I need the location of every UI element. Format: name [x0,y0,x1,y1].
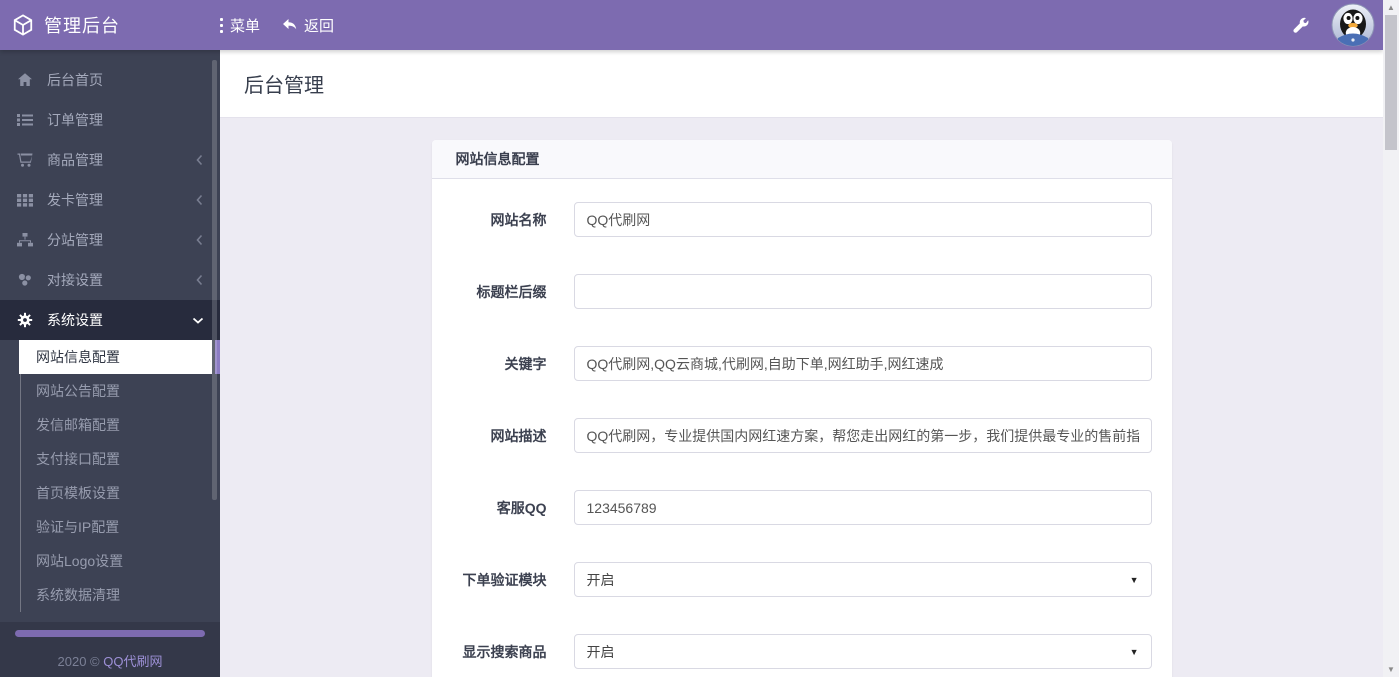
chevron-down-icon [192,316,204,325]
sidebar-item-system-settings[interactable]: 系统设置 [0,300,220,340]
sidebar-item-label: 后台首页 [47,72,103,88]
top-header: 管理后台 菜单 返回 [0,0,1383,50]
sidebar: 后台首页 订单管理 商品管理 发卡管理 分站管理 对接设置 系统设置 网站信息配… [0,50,220,677]
page-head: 后台管理 [220,50,1383,118]
cube-icon [13,14,33,36]
order-verify-select[interactable]: 开启 ▼ [573,562,1152,597]
content-area: 网站信息配置 网站名称 标题栏后缀 关键字 网站描述 [220,118,1383,677]
sidebar-item-products[interactable]: 商品管理 [0,140,220,180]
title-suffix-input[interactable] [573,274,1152,309]
submenu-item-data-clean[interactable]: 系统数据清理 [0,578,220,612]
top-nav: 菜单 返回 [220,15,356,36]
field-label-title-suffix: 标题栏后缀 [476,283,547,300]
submenu-item-site-notice[interactable]: 网站公告配置 [0,374,220,408]
site-description-input[interactable] [573,418,1152,453]
brand-title: 管理后台 [44,16,120,36]
sidebar-item-orders[interactable]: 订单管理 [0,100,220,140]
menu-dots-icon [220,16,223,34]
copyright-brand-link[interactable]: QQ代刷网 [103,654,162,669]
order-verify-select-value: 开启 [586,571,615,588]
sidebar-item-label: 发卡管理 [47,192,103,208]
form-row: 网站描述 [432,418,1172,453]
service-qq-input[interactable] [573,490,1152,525]
sidebar-item-label: 分站管理 [47,232,103,248]
grid-icon [16,192,34,208]
page-title: 后台管理 [244,75,324,97]
back-button-label: 返回 [304,17,335,35]
menu-button-label: 菜单 [230,17,261,35]
sidebar-footer: 2020 © QQ代刷网 [0,622,220,677]
cart-icon [16,152,34,168]
coins-icon [16,272,34,288]
chevron-left-icon [195,274,204,286]
panel-body: 网站名称 标题栏后缀 关键字 网站描述 客服QQ [432,179,1172,677]
sidebar-item-label: 商品管理 [47,152,103,168]
submenu-item-payment-config[interactable]: 支付接口配置 [0,442,220,476]
brand: 管理后台 [0,12,220,38]
submenu-item-site-info[interactable]: 网站信息配置 [19,340,220,374]
chevron-left-icon [195,154,204,166]
chevron-left-icon [195,234,204,246]
form-row: 关键字 [432,346,1172,381]
page-scrollbar[interactable]: ▲ ▼ [1383,0,1399,677]
scrollbar-down-arrow[interactable]: ▼ [1383,662,1399,677]
app-root: 管理后台 菜单 返回 后台首页 订单管理 商品管理 发卡管理 分站管理 对接设置… [0,0,1383,677]
select-caret-icon: ▼ [1129,646,1139,657]
header-right [1292,3,1383,47]
list-icon [16,112,34,128]
scrollbar-thumb[interactable] [1385,15,1397,150]
site-name-input[interactable] [573,202,1152,237]
form-row: 下单验证模块 开启 ▼ [432,562,1172,597]
panel-title: 网站信息配置 [431,140,1172,179]
wrench-icon[interactable] [1292,17,1309,34]
copyright: 2020 © QQ代刷网 [0,651,220,670]
submenu-item-site-logo[interactable]: 网站Logo设置 [0,544,220,578]
site-info-panel: 网站信息配置 网站名称 标题栏后缀 关键字 网站描述 [431,140,1172,677]
sidebar-item-label: 订单管理 [47,112,103,128]
qq-avatar[interactable] [1331,3,1375,47]
back-icon [283,19,297,30]
back-button[interactable]: 返回 [282,15,334,36]
show-search-select[interactable]: 开启 ▼ [573,634,1152,669]
sidebar-item-docking[interactable]: 对接设置 [0,260,220,300]
form-row: 显示搜索商品 开启 ▼ [432,634,1172,669]
chevron-left-icon [195,194,204,206]
sidebar-progress-bar [15,630,205,637]
menu-button[interactable]: 菜单 [220,15,260,36]
form-row: 网站名称 [432,202,1172,237]
copyright-year: 2020 © [57,654,104,669]
sidebar-item-label: 对接设置 [47,272,103,288]
select-caret-icon: ▼ [1129,574,1139,585]
sidebar-nav: 后台首页 订单管理 商品管理 发卡管理 分站管理 对接设置 系统设置 网站信息配… [0,50,220,612]
sidebar-item-substations[interactable]: 分站管理 [0,220,220,260]
sidebar-item-cards[interactable]: 发卡管理 [0,180,220,220]
submenu-item-home-template[interactable]: 首页模板设置 [0,476,220,510]
sidebar-item-home[interactable]: 后台首页 [0,60,220,100]
sidebar-item-label: 系统设置 [47,312,103,328]
keywords-input[interactable] [573,346,1152,381]
field-label-keywords: 关键字 [504,355,547,372]
form-row: 标题栏后缀 [432,274,1172,309]
field-label-site-name: 网站名称 [490,211,547,228]
field-label-order-verify: 下单验证模块 [462,571,547,588]
home-icon [16,72,34,88]
field-label-description: 网站描述 [490,427,547,444]
scrollbar-up-arrow[interactable]: ▲ [1383,0,1399,15]
system-settings-submenu: 网站信息配置 网站公告配置 发信邮箱配置 支付接口配置 首页模板设置 验证与IP… [0,340,220,612]
submenu-item-verify-ip[interactable]: 验证与IP配置 [0,510,220,544]
sitemap-icon [16,232,34,248]
submenu-item-mail-config[interactable]: 发信邮箱配置 [0,408,220,442]
form-row: 客服QQ [432,490,1172,525]
gear-icon [16,312,34,328]
field-label-show-search: 显示搜索商品 [462,643,547,660]
sidebar-scrollbar-thumb[interactable] [212,60,217,500]
field-label-service-qq: 客服QQ [496,499,547,516]
show-search-select-value: 开启 [586,643,615,660]
